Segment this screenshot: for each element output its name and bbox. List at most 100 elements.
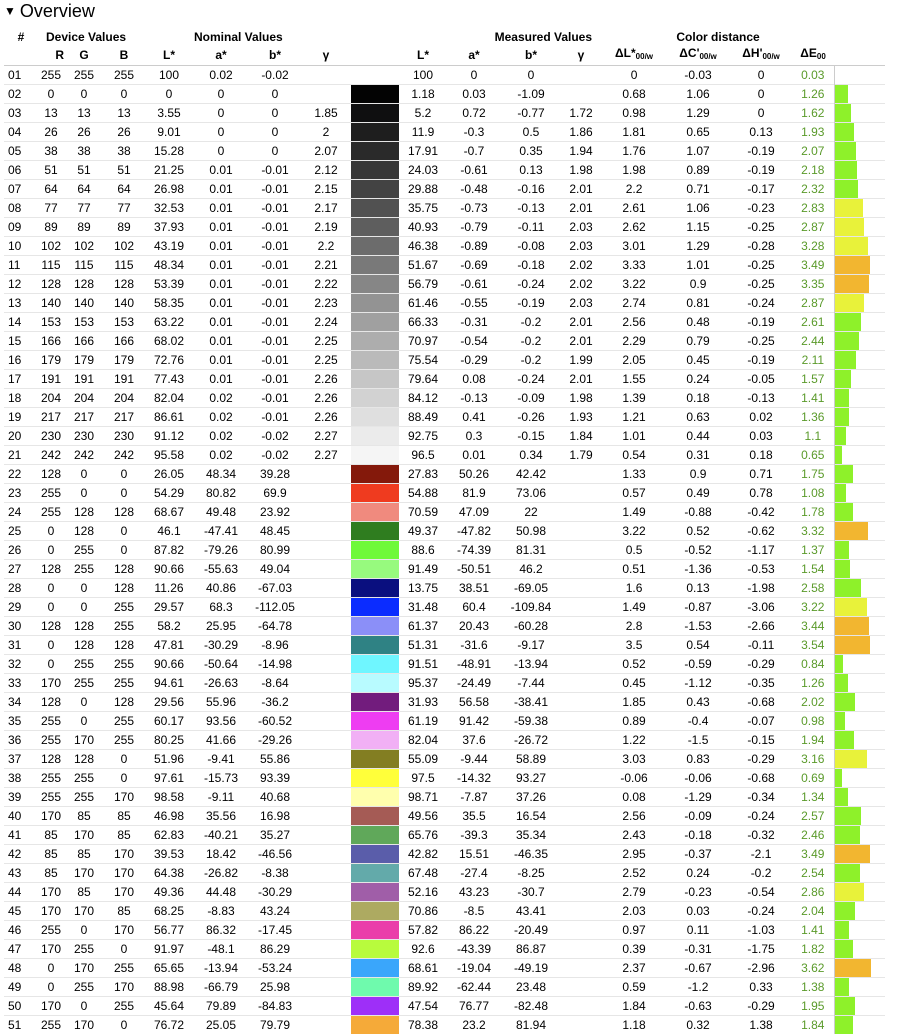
measured-b: -82.48 — [502, 997, 560, 1016]
table-row: 0764646426.980.01-0.012.1529.88-0.48-0.1… — [4, 180, 885, 199]
table-row: 451701708568.25-8.8343.2470.86-8.543.412… — [4, 902, 885, 921]
measured-b: -13.94 — [502, 655, 560, 674]
delta-c: 1.06 — [666, 85, 730, 104]
delta-e-bar-fill — [835, 807, 861, 825]
color-distance-header: Color distance — [602, 29, 834, 45]
measured-l: 79.64 — [400, 370, 446, 389]
row-number: 18 — [4, 389, 38, 408]
color-swatch — [351, 788, 399, 806]
table-row: 0989898937.930.01-0.012.1940.93-0.79-0.1… — [4, 218, 885, 237]
row-number: 30 — [4, 617, 38, 636]
delta-h: 0.13 — [730, 123, 792, 142]
delta-e-bar-fill — [835, 731, 854, 749]
nominal-gamma: 2.07 — [302, 142, 350, 161]
row-number: 32 — [4, 655, 38, 674]
measured-gamma — [560, 85, 602, 104]
nominal-b: -0.01 — [248, 237, 302, 256]
delta-e: 2.57 — [792, 807, 834, 826]
device-g: 191 — [64, 370, 104, 389]
delta-c: 1.15 — [666, 218, 730, 237]
delta-e-bar-fill — [835, 256, 870, 274]
delta-e-bar — [834, 85, 885, 104]
col-b-header: B — [104, 45, 144, 66]
device-g: 38 — [64, 142, 104, 161]
delta-c: 0.32 — [666, 1016, 730, 1034]
measured-a: 50.26 — [446, 465, 502, 484]
nominal-l: 68.25 — [144, 902, 194, 921]
table-row: 1617917917972.760.01-0.012.2575.54-0.29-… — [4, 351, 885, 370]
delta-h: -0.34 — [730, 788, 792, 807]
delta-l: 0.98 — [602, 104, 666, 123]
nominal-a: 0 — [194, 142, 248, 161]
nominal-gamma: 2.21 — [302, 256, 350, 275]
delta-c: 0.31 — [666, 446, 730, 465]
delta-e-bar — [834, 655, 885, 674]
delta-h: -1.98 — [730, 579, 792, 598]
delta-l: 1.49 — [602, 598, 666, 617]
delta-c: -0.88 — [666, 503, 730, 522]
measured-gamma — [560, 921, 602, 940]
device-r: 128 — [38, 560, 64, 579]
delta-c: 0.11 — [666, 921, 730, 940]
delta-e-bar-fill — [835, 617, 869, 635]
collapse-triangle-icon[interactable]: ▼ — [4, 4, 16, 18]
measured-l: 66.33 — [400, 313, 446, 332]
nominal-b: -0.01 — [248, 332, 302, 351]
device-g: 170 — [64, 826, 104, 845]
measured-l: 31.93 — [400, 693, 446, 712]
device-g: 0 — [64, 997, 104, 1016]
col-l-header: L* — [144, 45, 194, 66]
delta-h: -0.25 — [730, 256, 792, 275]
nominal-l: 68.02 — [144, 332, 194, 351]
table-row: 1314014014058.350.01-0.012.2361.46-0.55-… — [4, 294, 885, 313]
delta-l: 2.8 — [602, 617, 666, 636]
measured-l: 67.48 — [400, 864, 446, 883]
measured-gamma: 2.03 — [560, 218, 602, 237]
row-number: 20 — [4, 427, 38, 446]
delta-e-bar-fill — [835, 693, 855, 711]
overview-header[interactable]: ▼ Overview — [4, 0, 95, 22]
device-b: 0 — [104, 465, 144, 484]
table-row: 1010210210243.190.01-0.012.246.38-0.89-0… — [4, 237, 885, 256]
nominal-b: -0.01 — [248, 294, 302, 313]
measured-a: -47.82 — [446, 522, 502, 541]
nominal-gamma — [302, 541, 350, 560]
delta-h: -0.68 — [730, 693, 792, 712]
measured-l: 24.03 — [400, 161, 446, 180]
nominal-l: 29.56 — [144, 693, 194, 712]
device-g: 166 — [64, 332, 104, 351]
delta-l: 2.56 — [602, 807, 666, 826]
measured-b: -69.05 — [502, 579, 560, 598]
delta-l: 1.49 — [602, 503, 666, 522]
measured-a: -8.5 — [446, 902, 502, 921]
delta-h: -0.24 — [730, 807, 792, 826]
delta-e-bar-fill — [835, 142, 856, 160]
nominal-l: 82.04 — [144, 389, 194, 408]
device-b: 128 — [104, 503, 144, 522]
measured-gamma: 1.98 — [560, 161, 602, 180]
table-row: 232550054.2980.8269.954.8881.973.060.570… — [4, 484, 885, 503]
nominal-gamma — [302, 560, 350, 579]
measured-gamma: 1.86 — [560, 123, 602, 142]
delta-c: 0.03 — [666, 902, 730, 921]
delta-c: -0.09 — [666, 807, 730, 826]
device-r: 170 — [38, 902, 64, 921]
delta-h: -0.25 — [730, 218, 792, 237]
color-swatch — [351, 351, 399, 369]
device-g: 85 — [64, 807, 104, 826]
measured-gamma — [560, 693, 602, 712]
delta-l: -0.06 — [602, 769, 666, 788]
row-number: 42 — [4, 845, 38, 864]
delta-e-bar — [834, 598, 885, 617]
swatch — [350, 370, 400, 389]
nominal-l: 15.28 — [144, 142, 194, 161]
measured-gamma — [560, 959, 602, 978]
table-row: 31012812847.81-30.29-8.9651.31-31.6-9.17… — [4, 636, 885, 655]
swatch — [350, 655, 400, 674]
row-number: 48 — [4, 959, 38, 978]
measured-b: -9.17 — [502, 636, 560, 655]
delta-l: 1.22 — [602, 731, 666, 750]
nominal-b: 80.99 — [248, 541, 302, 560]
delta-e-bar-fill — [835, 180, 858, 198]
nominal-a: -26.82 — [194, 864, 248, 883]
